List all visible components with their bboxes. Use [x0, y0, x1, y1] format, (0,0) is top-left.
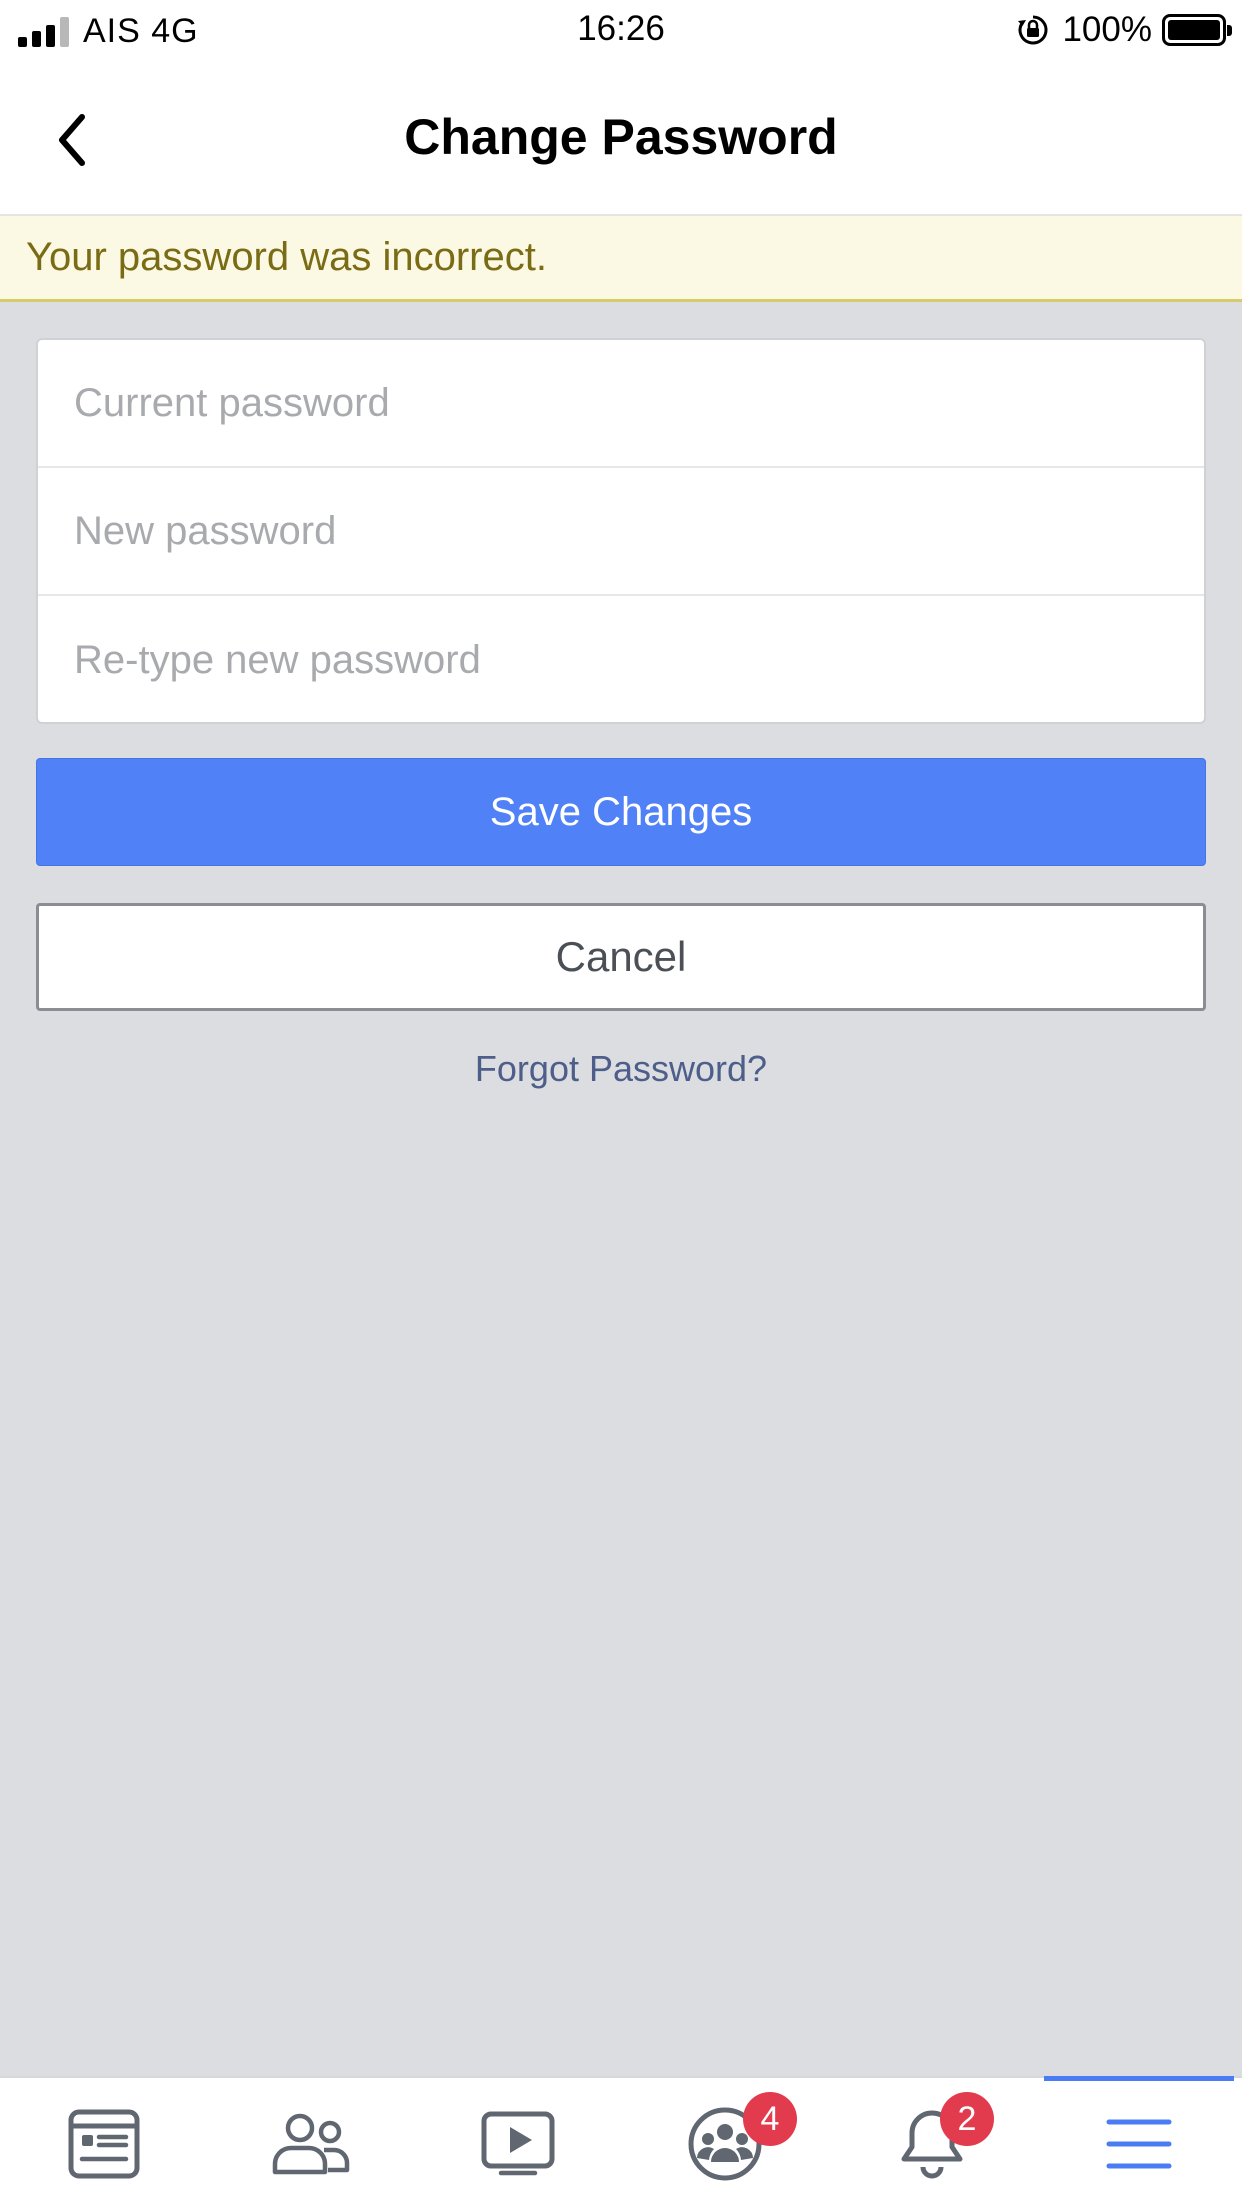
nav-bar: Change Password [0, 62, 1242, 216]
notifications-badge: 2 [940, 2092, 994, 2146]
bottom-tab-bar: 4 2 [0, 2076, 1242, 2208]
tab-friends[interactable] [207, 2078, 414, 2208]
page-title: Change Password [404, 109, 838, 165]
status-right: 100% [1016, 10, 1232, 50]
retype-password-row [38, 596, 1204, 722]
error-banner: Your password was incorrect. [0, 216, 1242, 302]
rotation-lock-icon [1018, 15, 1048, 45]
tab-notifications[interactable]: 2 [828, 2078, 1035, 2208]
tab-watch[interactable] [414, 2078, 621, 2208]
tab-groups[interactable]: 4 [621, 2078, 828, 2208]
forgot-password-link[interactable]: Forgot Password? [0, 1048, 1242, 1090]
news-feed-icon [68, 2109, 139, 2179]
cancel-button[interactable]: Cancel [36, 903, 1206, 1011]
battery-icon [1162, 14, 1232, 46]
groups-badge: 4 [743, 2092, 797, 2146]
save-changes-button[interactable]: Save Changes [36, 758, 1206, 866]
new-password-row [38, 468, 1204, 596]
watch-icon [481, 2111, 554, 2176]
tab-news-feed[interactable] [0, 2078, 207, 2208]
current-password-field[interactable] [74, 380, 1154, 426]
status-bar: AIS 4G 16:26 100% [0, 0, 1242, 62]
menu-icon [1106, 2119, 1171, 2169]
friends-icon [272, 2113, 349, 2175]
retype-password-field[interactable] [74, 637, 1154, 683]
tab-menu[interactable] [1035, 2078, 1242, 2208]
new-password-field[interactable] [74, 508, 1154, 554]
error-message: Your password was incorrect. [26, 235, 547, 279]
battery-percent: 100% [1062, 10, 1152, 49]
current-password-row [38, 340, 1204, 468]
password-form [36, 338, 1206, 724]
